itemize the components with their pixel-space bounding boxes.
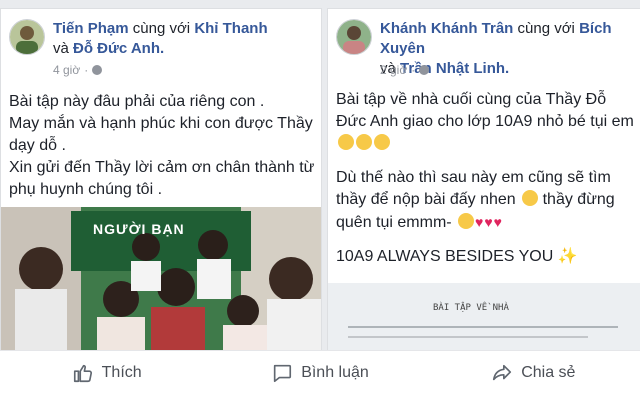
with-text: cùng với (132, 20, 191, 37)
share-arrow-icon (493, 364, 512, 380)
comment-button[interactable]: Bình luận (213, 362, 426, 384)
post-header: Khánh Khánh Trân cùng với Bích Xuyên và … (336, 19, 637, 79)
and-text: và (53, 40, 69, 57)
tagged-friend-2[interactable]: Đỗ Đức Anh. (73, 40, 164, 57)
post-line: May mắn và hạnh phúc khi con được Thầy d… (9, 115, 313, 154)
post-meta: 2 giờ · (380, 63, 430, 77)
post-paragraph: Bài tập về nhà cuối cùng của Thầy Đỗ Đức… (336, 89, 635, 155)
post-text: Bài tập này đâu phải của riêng con . May… (9, 91, 315, 201)
post-line: Bài tập này đâu phải của riêng con . (9, 93, 265, 110)
post-header: Tiến Phạm cùng với Khỉ Thanh và Đỗ Đức A… (9, 19, 317, 79)
heart-icon: ♥ (484, 214, 493, 230)
like-label: Thích (101, 363, 142, 381)
author-name[interactable]: Khánh Khánh Trân (380, 20, 513, 37)
share-label: Chia sẻ (521, 363, 576, 381)
post-right: Khánh Khánh Trân cùng với Bích Xuyên và … (327, 8, 640, 352)
photo-sign-text: NGƯỜI BẠN (93, 221, 185, 237)
post-paragraph: 10A9 ALWAYS BESIDES YOU ✨ (336, 248, 578, 265)
comment-icon (274, 364, 292, 382)
like-button[interactable]: Thích (0, 362, 213, 384)
crying-emoji-icon (356, 134, 372, 150)
globe-icon (419, 65, 430, 75)
crying-emoji-icon (458, 213, 475, 229)
globe-icon (92, 65, 103, 75)
avatar[interactable] (9, 19, 45, 55)
avatar-image (337, 20, 371, 54)
post-text: Bài tập về nhà cuối cùng của Thầy Đỗ Đức… (336, 89, 635, 268)
post-photo[interactable]: BÀI TẬP VỀ NHÀ (328, 283, 640, 351)
paper-lines (348, 326, 618, 338)
post-author-line: Tiến Phạm cùng với Khỉ Thanh và Đỗ Đức A… (53, 19, 317, 59)
sparkle-icon: ✨ (557, 248, 578, 265)
post-left: Tiến Phạm cùng với Khỉ Thanh và Đỗ Đức A… (0, 8, 322, 352)
thumbs-up-icon (73, 364, 92, 382)
post-action-bar: Thích Bình luận Chia sẻ (0, 350, 640, 394)
post-paragraph: Dù thế nào thì sau này em cũng sẽ tìm th… (336, 169, 615, 231)
heart-icon: ♥ (475, 214, 484, 230)
post-time[interactable]: 2 giờ (380, 63, 407, 77)
avatar-image (10, 20, 44, 54)
share-button[interactable]: Chia sẻ (427, 362, 640, 384)
heart-icon: ♥ (493, 214, 502, 230)
sad-emoji-icon (374, 134, 390, 150)
tagged-friend-1[interactable]: Khỉ Thanh (194, 20, 267, 37)
with-text: cùng với (517, 20, 575, 37)
kiss-emoji-icon (522, 190, 539, 206)
post-meta: 4 giờ · (53, 63, 103, 77)
crying-emoji-icon (338, 134, 354, 150)
comment-label: Bình luận (301, 363, 369, 381)
author-name[interactable]: Tiến Phạm (53, 20, 129, 37)
avatar[interactable] (336, 19, 372, 55)
post-time[interactable]: 4 giờ (53, 63, 80, 77)
post-line: Xin gửi đến Thầy lời cảm ơn chân thành t… (9, 159, 315, 198)
post-photo[interactable]: NGƯỜI BẠN (1, 207, 321, 351)
